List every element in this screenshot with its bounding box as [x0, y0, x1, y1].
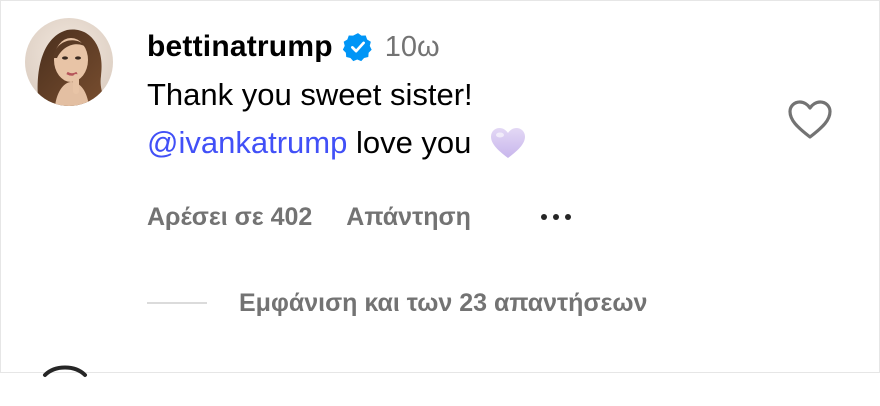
reply-button[interactable]: Απάντηση — [346, 203, 471, 232]
more-dot-1 — [540, 214, 547, 220]
view-replies-button[interactable]: Εμφάνιση και των 23 απαντήσεων — [147, 283, 647, 323]
comment-body: bettinatrump 10ω Thank you sweet sister!… — [147, 25, 787, 167]
comment-text: Thank you sweet sister! @ivankatrump lov… — [147, 71, 787, 167]
comment-line-2: @ivankatrump love you — [147, 119, 787, 167]
verified-badge-icon — [342, 32, 373, 62]
username-link[interactable]: bettinatrump — [147, 30, 333, 64]
comment-line-1: Thank you sweet sister! — [147, 77, 473, 112]
replies-divider-line — [147, 302, 207, 304]
view-replies-label: Εμφάνιση και των 23 απαντήσεων — [239, 288, 648, 317]
more-dot-2 — [552, 214, 559, 220]
mention-link[interactable]: @ivankatrump — [147, 125, 347, 160]
comment-container: bettinatrump 10ω Thank you sweet sister!… — [0, 0, 880, 377]
comment-actions: Αρέσει σε 402 Απάντηση — [147, 197, 571, 237]
timestamp: 10ω — [384, 30, 440, 63]
like-heart-icon[interactable] — [787, 99, 833, 141]
next-comment-avatar-partial — [35, 361, 95, 401]
profile-photo — [25, 18, 113, 106]
comment-header: bettinatrump 10ω — [147, 25, 787, 69]
more-dot-3 — [564, 214, 571, 220]
avatar[interactable] — [25, 18, 113, 106]
comment-line-2-text: love you — [355, 125, 472, 160]
more-options-icon[interactable] — [540, 197, 571, 237]
purple-heart-emoji-icon — [490, 125, 526, 158]
likes-count-button[interactable]: Αρέσει σε 402 — [147, 203, 312, 232]
